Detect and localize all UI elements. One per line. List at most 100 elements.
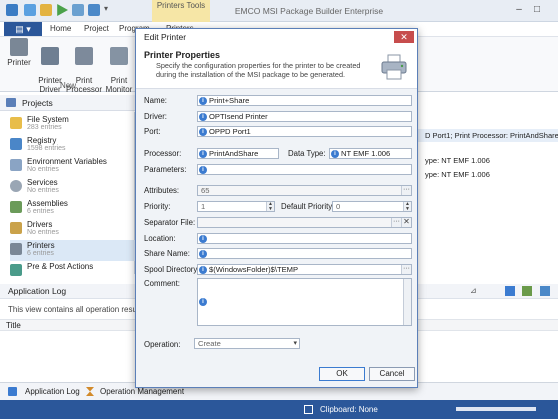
dialog-close-button[interactable]: ✕ — [394, 31, 414, 43]
project-item-pre-post-actions[interactable]: Pre & Post Actions — [10, 261, 135, 282]
spinner-arrows-icon[interactable]: ▲ ▼ — [266, 202, 274, 211]
separator-file-field[interactable]: ··· ✕ — [197, 217, 412, 228]
location-field[interactable]: i — [197, 233, 412, 244]
spool-directory-value: $(WindowsFolder)$\TEMP — [209, 265, 299, 274]
parameters-label: Parameters: — [144, 165, 187, 174]
tab-operation-management[interactable]: Operation Management — [100, 387, 184, 396]
port-value: OPPD Port1 — [209, 127, 251, 136]
environment-icon — [10, 159, 22, 171]
folder-icon — [10, 117, 22, 129]
project-item-label: Services — [27, 178, 58, 187]
spool-directory-label: Spool Directory: — [144, 265, 200, 274]
info-icon: i — [331, 150, 339, 158]
columns-icon[interactable] — [540, 286, 550, 296]
assemblies-icon — [10, 201, 22, 213]
priority-value: 1 — [201, 202, 206, 211]
printer-driver-icon — [41, 47, 59, 65]
browse-button[interactable]: ··· — [391, 218, 401, 227]
spool-directory-field[interactable]: i $(WindowsFolder)$\TEMP ··· — [197, 264, 412, 275]
project-item-label: File System — [27, 115, 69, 124]
file-menu-button[interactable]: ▤ ▾ — [4, 22, 42, 36]
port-label: Port: — [144, 127, 161, 136]
default-priority-spinner[interactable]: 0 ▲ ▼ — [332, 201, 412, 212]
ellipsis-button[interactable]: ··· — [401, 265, 411, 274]
open-folder-icon[interactable] — [40, 4, 52, 16]
dialog-header: Printer Properties Specify the configura… — [136, 45, 417, 89]
clear-icon[interactable]: ✕ — [401, 218, 411, 227]
comment-textarea[interactable]: i — [197, 278, 412, 326]
zoom-slider[interactable] — [456, 407, 536, 411]
grid-cell: ype: NT EMF 1.006 — [425, 156, 490, 165]
tab-home[interactable]: Home — [50, 22, 71, 36]
new-project-icon[interactable] — [24, 4, 36, 16]
project-item-drivers[interactable]: Drivers No entries — [10, 219, 135, 240]
operation-select[interactable]: Create ▾ — [194, 338, 300, 349]
filter-icon[interactable] — [522, 286, 532, 296]
attributes-label: Attributes: — [144, 186, 180, 195]
cancel-button[interactable]: Cancel — [369, 367, 415, 381]
data-type-field[interactable]: i NT EMF 1.006 — [329, 148, 412, 159]
info-icon: i — [199, 166, 207, 174]
project-item-label: Drivers — [27, 220, 53, 229]
name-label: Name: — [144, 96, 167, 105]
new-print-monitor-button[interactable]: Print Monitor — [103, 38, 135, 94]
ok-button[interactable]: OK — [319, 367, 365, 381]
tab-project[interactable]: Project — [84, 22, 109, 36]
project-item-count: 1598 entries — [27, 145, 66, 152]
project-item-count: 283 entries — [27, 124, 62, 131]
data-type-label: Data Type: — [288, 149, 326, 158]
qat-dropdown-icon[interactable]: ▾ — [104, 4, 108, 13]
ellipsis-button[interactable]: ··· — [401, 186, 411, 195]
share-name-field[interactable]: i — [197, 248, 412, 259]
priority-spinner[interactable]: 1 ▲ ▼ — [197, 201, 275, 212]
project-item-label: Printers — [27, 241, 55, 250]
project-item-printers[interactable]: Printers 6 entries — [10, 240, 135, 261]
projects-tree[interactable]: File System 283 entries Registry 1598 en… — [0, 112, 135, 276]
data-type-value: NT EMF 1.006 — [341, 149, 391, 158]
pin-icon[interactable]: ⊿ — [470, 286, 477, 295]
project-item-environment-variables[interactable]: Environment Variables No entries — [10, 156, 135, 177]
spinner-arrows-icon[interactable]: ▲ ▼ — [403, 202, 411, 211]
name-value: Print+Share — [209, 96, 250, 105]
project-item-services[interactable]: Services No entries — [10, 177, 135, 198]
info-icon: i — [199, 235, 207, 243]
project-item-count: 6 entries — [27, 250, 54, 257]
tab-application-log[interactable]: Application Log — [25, 387, 80, 396]
project-item-assemblies[interactable]: Assemblies 6 entries — [10, 198, 135, 219]
comment-scrollbar[interactable] — [403, 279, 411, 325]
maximize-icon[interactable]: □ — [530, 3, 544, 17]
dialog-description: Specify the configuration properties for… — [156, 61, 361, 79]
dialog-heading: Printer Properties — [144, 50, 221, 60]
driver-label: Driver: — [144, 112, 167, 121]
driver-field[interactable]: i OPTIsend Printer — [197, 111, 412, 122]
parameters-field[interactable]: i — [197, 164, 412, 175]
project-item-file-system[interactable]: File System 283 entries — [10, 114, 135, 135]
operation-value: Create — [198, 339, 221, 348]
info-icon: i — [199, 298, 207, 306]
new-printer-button[interactable]: Printer — [4, 38, 34, 67]
edit-printer-dialog: Edit Printer ✕ Printer Properties Specif… — [135, 28, 418, 388]
attributes-field[interactable]: 65 ··· — [197, 185, 412, 196]
application-log-icon — [8, 387, 17, 396]
port-field[interactable]: i OPPD Port1 — [197, 126, 412, 137]
project-item-label: Registry — [27, 136, 57, 145]
new-print-monitor-label: Print Monitor — [105, 76, 133, 94]
minimize-icon[interactable]: – — [512, 3, 526, 17]
save-all-icon[interactable] — [88, 4, 100, 16]
operation-label: Operation: — [144, 340, 181, 349]
projects-pane-header: Projects — [0, 95, 135, 111]
processor-field[interactable]: i PrintAndShare — [197, 148, 279, 159]
comment-label: Comment: — [144, 279, 180, 288]
printers-icon — [10, 243, 22, 255]
new-printer-label: Printer — [7, 58, 31, 67]
attributes-value: 65 — [201, 186, 210, 195]
project-item-registry[interactable]: Registry 1598 entries — [10, 135, 135, 156]
projects-title: Projects — [22, 98, 53, 108]
save-icon[interactable] — [72, 4, 84, 16]
clipboard-icon — [304, 405, 313, 414]
export-icon[interactable] — [505, 286, 515, 296]
ribbon-group-label: New — [60, 81, 77, 90]
project-item-count: No entries — [27, 166, 59, 173]
name-field[interactable]: i Print+Share — [197, 95, 412, 106]
info-icon: i — [199, 128, 207, 136]
